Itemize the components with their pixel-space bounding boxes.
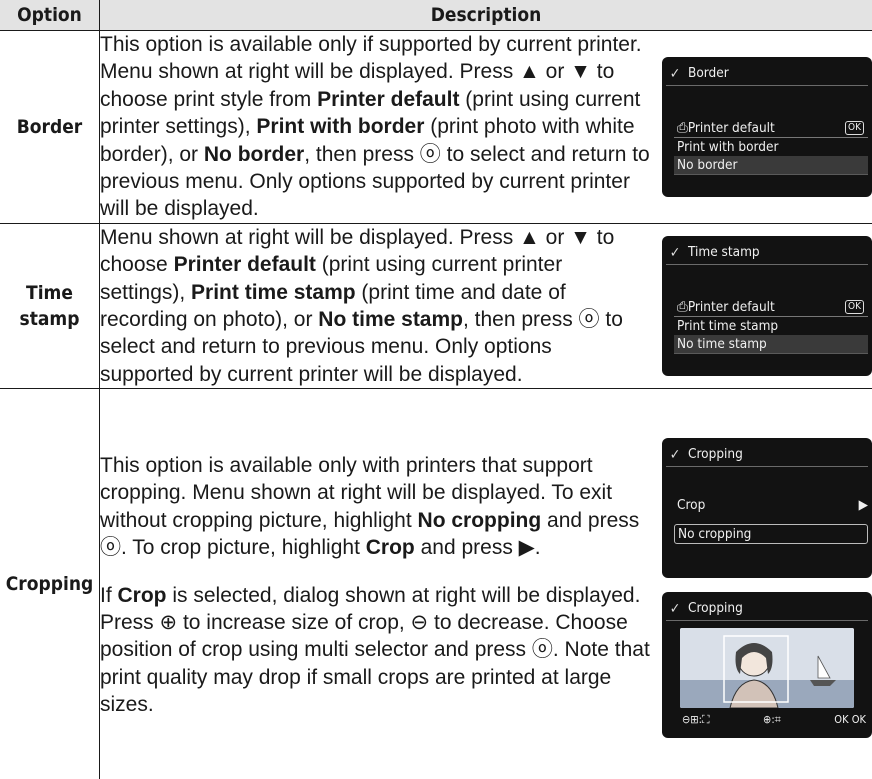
option-table: Option Description Border This option is… xyxy=(0,0,872,779)
crop-dialog-screenshot: ✓Cropping xyxy=(662,592,872,738)
print-menu-icon: ✓ xyxy=(666,600,684,618)
border-menu-screenshot: ✓Border ⎙Printer defaultOK Print with bo… xyxy=(662,57,872,197)
option-cropping: Cropping xyxy=(0,389,100,779)
crop-preview-image xyxy=(680,628,854,708)
cropping-menu-screenshot: ✓Cropping Crop▶ No cropping xyxy=(662,438,872,578)
table-row: Cropping This option is available only w… xyxy=(0,389,872,779)
table-row: Time stamp Menu shown at right will be d… xyxy=(0,223,872,388)
arrow-right-icon: ▶ xyxy=(859,496,868,514)
print-menu-icon: ✓ xyxy=(666,244,684,262)
description-time-stamp: Menu shown at right will be displayed. P… xyxy=(100,224,650,388)
table-header: Option Description xyxy=(0,0,872,31)
option-border: Border xyxy=(0,31,100,224)
header-option: Option xyxy=(0,0,100,31)
option-time-stamp: Time stamp xyxy=(0,223,100,388)
table-row: Border This option is available only if … xyxy=(0,31,872,224)
time-stamp-menu-screenshot: ✓Time stamp ⎙Printer defaultOK Print tim… xyxy=(662,236,872,376)
print-menu-icon: ✓ xyxy=(666,446,684,464)
description-cropping: This option is available only with print… xyxy=(100,430,650,719)
description-border: This option is available only if support… xyxy=(100,31,650,223)
print-menu-icon: ✓ xyxy=(666,65,684,83)
header-description: Description xyxy=(100,0,872,31)
